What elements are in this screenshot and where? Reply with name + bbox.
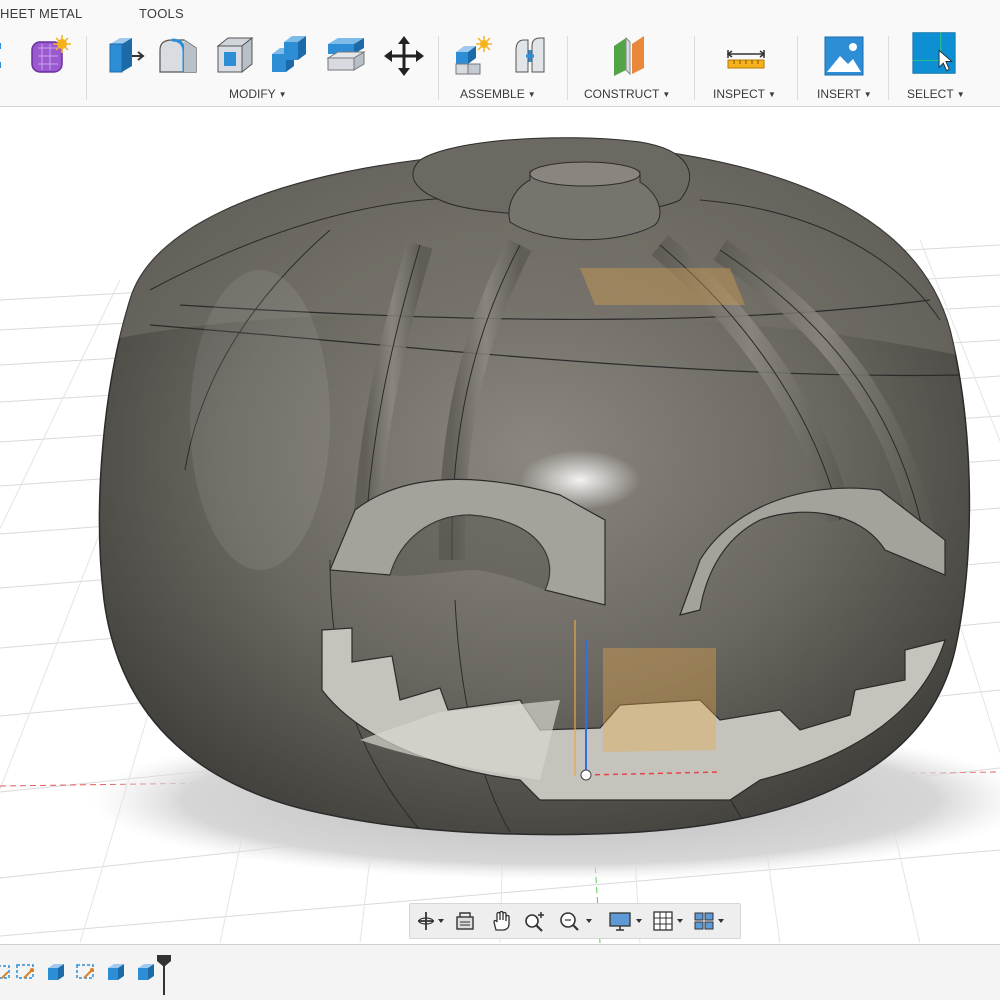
shell-icon[interactable] bbox=[212, 34, 256, 78]
assemble-menu[interactable]: ASSEMBLE ▼ bbox=[460, 87, 536, 101]
modify-menu[interactable]: MODIFY ▼ bbox=[229, 87, 287, 101]
fillet-icon[interactable] bbox=[156, 34, 200, 78]
replace-face-icon[interactable] bbox=[324, 34, 368, 78]
form-icon[interactable] bbox=[0, 34, 8, 78]
sketch-icon[interactable] bbox=[0, 960, 14, 984]
tab-tools[interactable]: TOOLS bbox=[139, 6, 184, 21]
select-icon[interactable] bbox=[912, 31, 964, 81]
display-settings-icon[interactable] bbox=[608, 910, 648, 932]
offset-plane-icon[interactable] bbox=[608, 34, 652, 78]
extrude-icon[interactable] bbox=[104, 960, 128, 984]
measure-icon[interactable] bbox=[724, 34, 768, 78]
construct-menu[interactable]: CONSTRUCT ▼ bbox=[584, 87, 670, 101]
look-at-icon[interactable] bbox=[454, 910, 476, 932]
insert-menu[interactable]: INSERT ▼ bbox=[817, 87, 872, 101]
orbit-icon[interactable] bbox=[416, 910, 446, 932]
tab-sheet-metal[interactable]: HEET METAL bbox=[0, 6, 82, 21]
zoom-icon[interactable] bbox=[523, 910, 547, 932]
select-menu[interactable]: SELECT ▼ bbox=[907, 87, 965, 101]
pan-icon[interactable] bbox=[490, 910, 512, 932]
combine-icon[interactable] bbox=[268, 34, 312, 78]
viewport-canvas[interactable] bbox=[0, 107, 1000, 943]
navigation-bar bbox=[409, 903, 741, 939]
toolbar: HEET METAL TOOLS MODIFY ▼ ASSEMBLE ▼ CON… bbox=[0, 0, 1000, 107]
press-pull-icon[interactable] bbox=[102, 34, 146, 78]
new-form-body-icon[interactable] bbox=[28, 34, 72, 78]
viewports-icon[interactable] bbox=[693, 910, 729, 932]
new-component-icon[interactable] bbox=[452, 34, 496, 78]
model-scene bbox=[0, 137, 1000, 943]
inspect-menu[interactable]: INSPECT ▼ bbox=[713, 87, 776, 101]
sketch-icon[interactable] bbox=[14, 960, 38, 984]
insert-image-icon[interactable] bbox=[822, 34, 866, 78]
fit-icon[interactable] bbox=[558, 910, 596, 932]
grid-icon[interactable] bbox=[652, 910, 688, 932]
timeline-marker-icon[interactable] bbox=[154, 953, 174, 997]
timeline bbox=[0, 944, 1000, 1000]
joint-icon[interactable] bbox=[508, 34, 552, 78]
move-icon[interactable] bbox=[382, 34, 426, 78]
extrude-icon[interactable] bbox=[44, 960, 68, 984]
sketch-icon[interactable] bbox=[74, 960, 98, 984]
